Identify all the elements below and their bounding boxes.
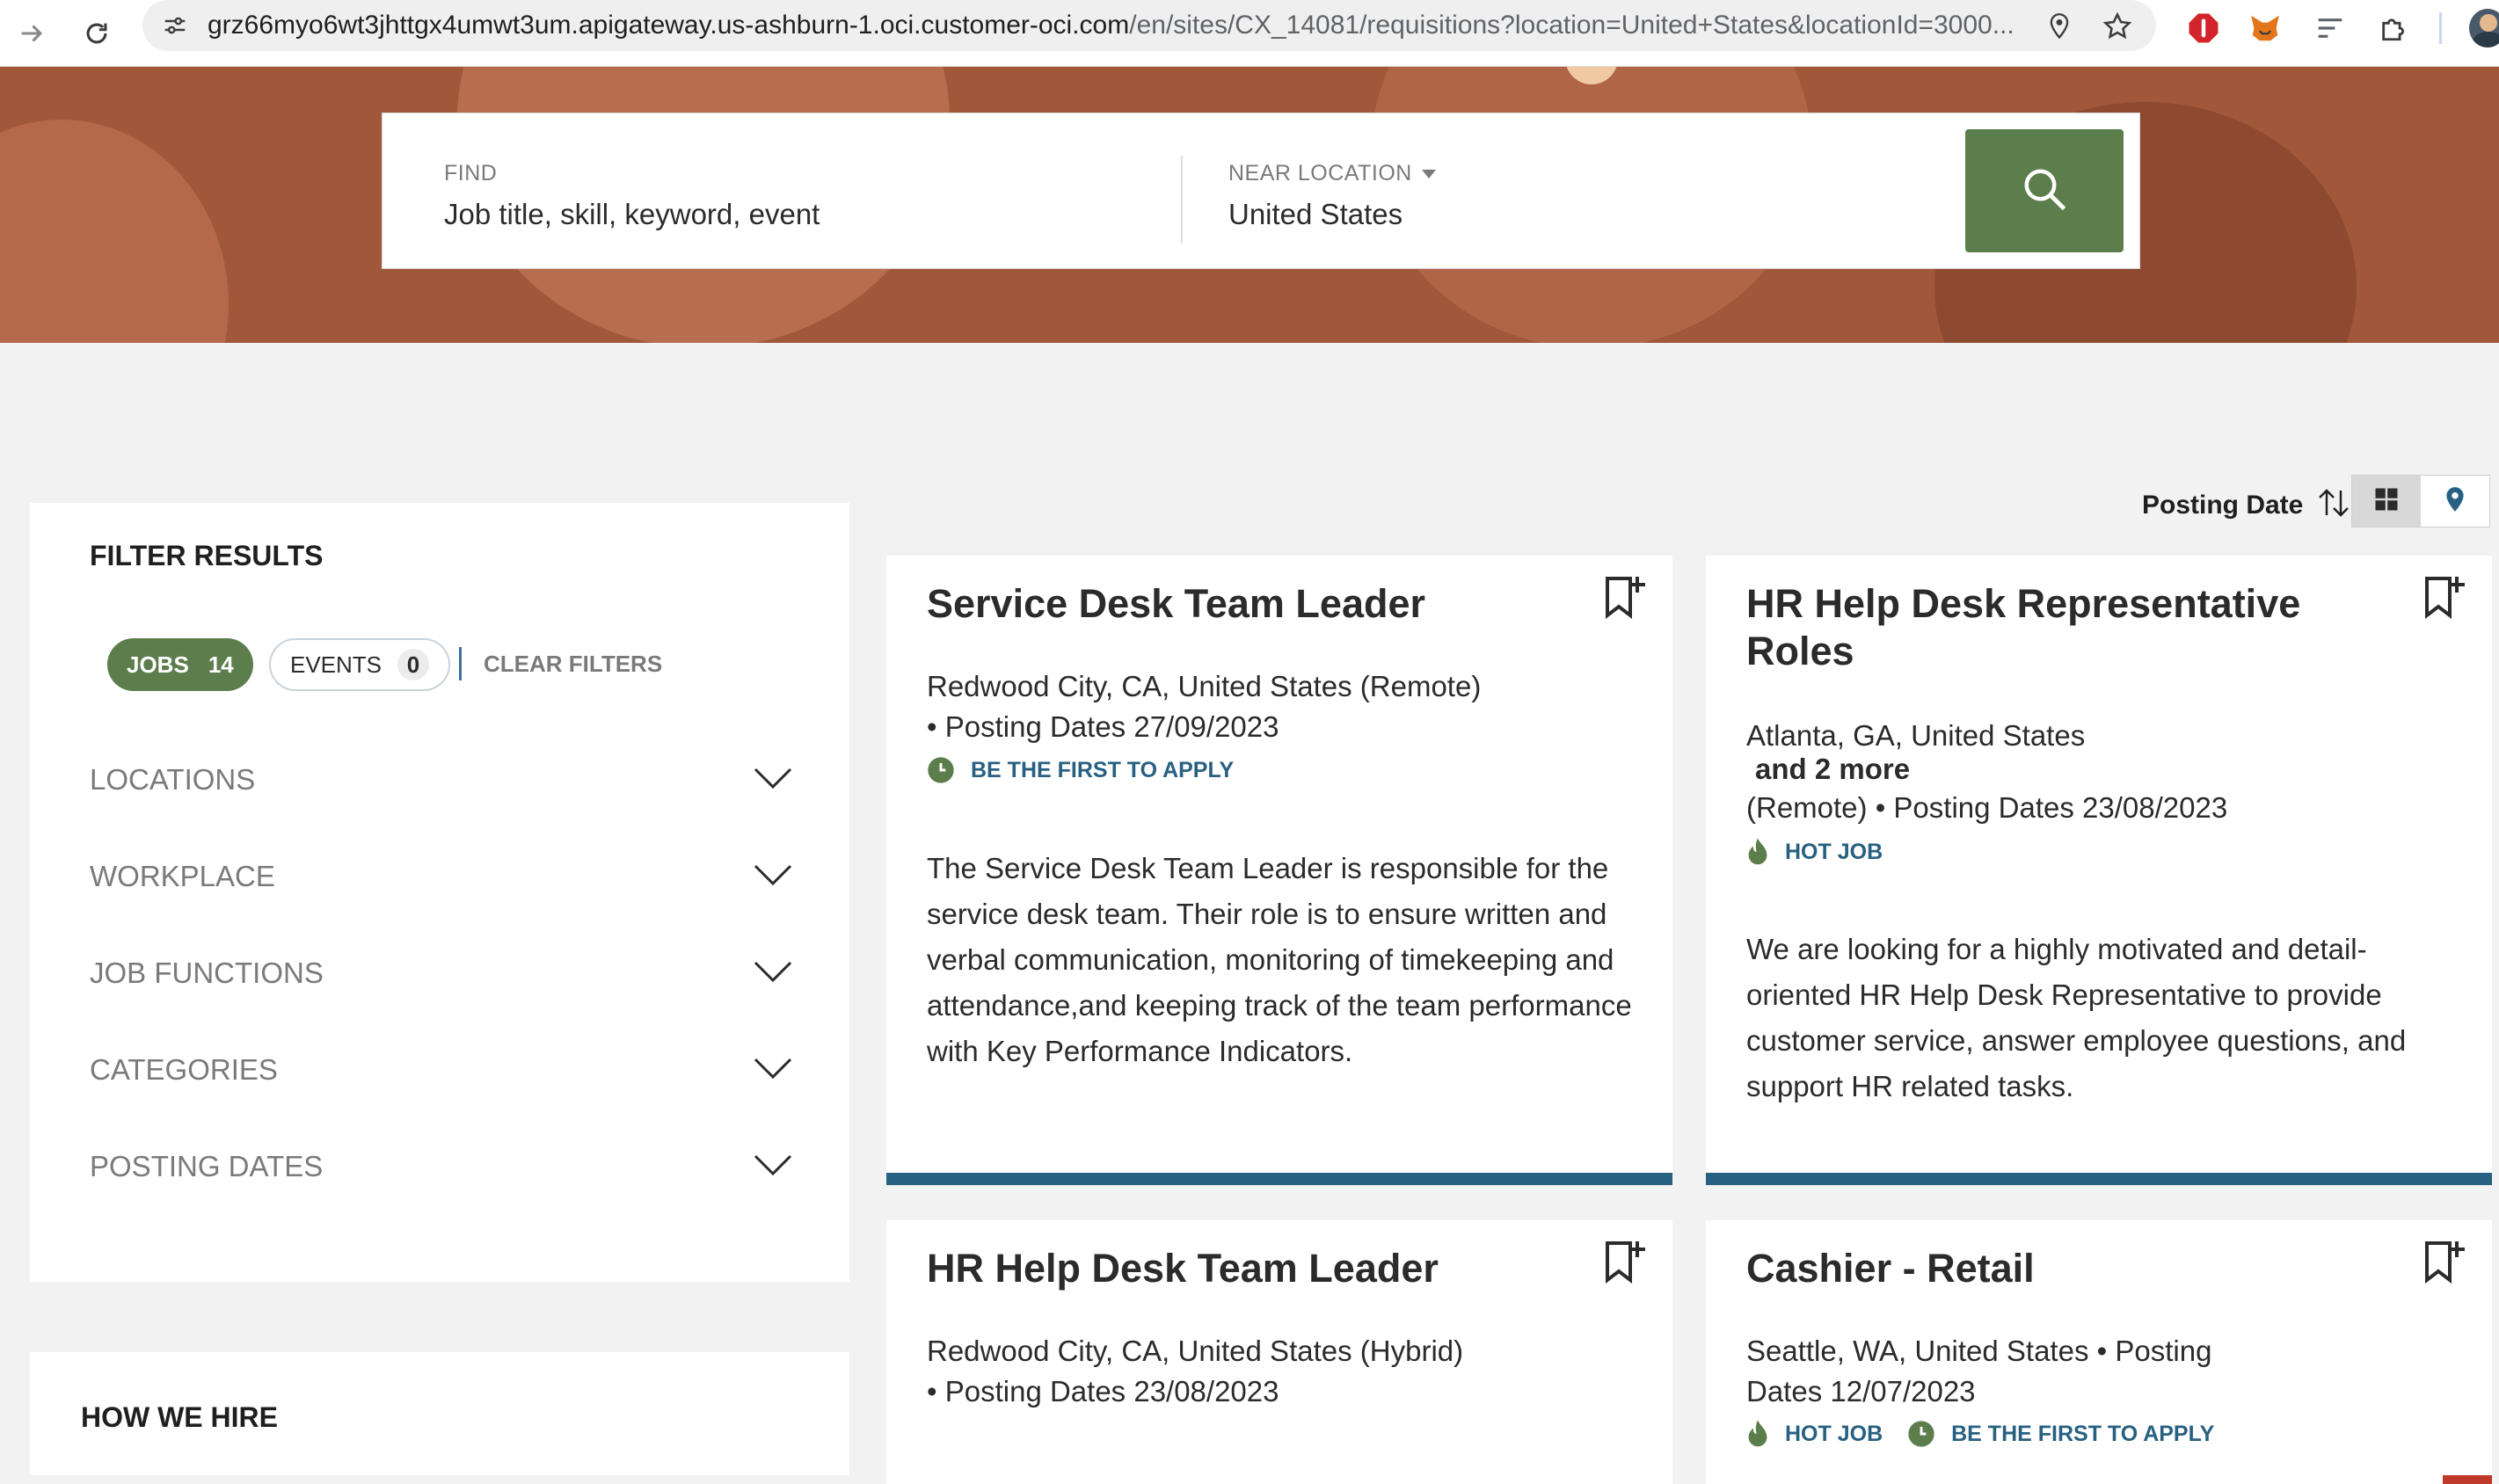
job-posting-date: • Posting Dates 27/09/2023	[927, 710, 1279, 743]
extensions-puzzle-icon[interactable]	[2372, 7, 2415, 49]
job-card[interactable]: HR Help Desk Representative Roles Atlant…	[1706, 556, 2492, 1185]
corner-accent	[2443, 1475, 2492, 1484]
filter-posting-dates[interactable]: POSTING DATES	[90, 1136, 793, 1197]
flame-icon	[1746, 837, 1769, 867]
reload-icon[interactable]	[72, 9, 121, 58]
url-host: grz66myo6wt3jhttgx4umwt3um.apigateway.us…	[208, 11, 1130, 40]
job-description: The Service Desk Team Leader is responsi…	[927, 852, 1632, 1067]
clock-icon	[927, 756, 955, 784]
near-location-dropdown[interactable]: NEAR LOCATION	[1228, 161, 1437, 186]
filter-job-functions[interactable]: JOB FUNCTIONS	[90, 942, 793, 1004]
filter-label: JOB FUNCTIONS	[90, 957, 324, 989]
site-settings-icon[interactable]	[157, 7, 193, 44]
hero-banner: FIND Job title, skill, keyword, event NE…	[0, 67, 2499, 343]
badge-label: BE THE FIRST TO APPLY	[971, 757, 1235, 782]
sort-by-posting-date[interactable]: Posting Date	[2142, 487, 2351, 526]
caret-down-icon	[1421, 169, 1437, 179]
badge-label: BE THE FIRST TO APPLY	[1951, 1421, 2215, 1446]
find-label: FIND	[444, 161, 498, 186]
sort-arrows-icon	[2316, 487, 2351, 526]
jobs-chip-label: JOBS	[127, 651, 189, 678]
job-title[interactable]: HR Help Desk Team Leader	[927, 1245, 1595, 1292]
grid-view-icon	[2373, 486, 2400, 517]
job-posting-date: Dates 12/07/2023	[1746, 1375, 1976, 1408]
toolbar-divider	[2439, 12, 2442, 44]
map-pin-icon	[2444, 485, 2466, 518]
job-title[interactable]: Cashier - Retail	[1746, 1245, 2415, 1292]
job-location: Seattle, WA, United States • Posting	[1746, 1335, 2212, 1367]
job-badges: HOT JOB BE THE FIRST TO APPLY	[1746, 1419, 2214, 1449]
keyword-search-input[interactable]: Job title, skill, keyword, event	[444, 198, 820, 231]
url-text: grz66myo6wt3jhttgx4umwt3um.apigateway.us…	[208, 11, 2028, 40]
chevron-down-icon	[753, 1153, 793, 1182]
card-accent-bar	[1706, 1173, 2492, 1185]
clock-icon	[1907, 1420, 1935, 1448]
filter-categories[interactable]: CATEGORIES	[90, 1039, 793, 1101]
chevron-down-icon	[753, 766, 793, 795]
events-tab-chip[interactable]: EVENTS 0	[269, 638, 451, 691]
filter-label: LOCATIONS	[90, 763, 256, 796]
profile-avatar[interactable]	[2462, 7, 2499, 49]
badge-label: HOT JOB	[1785, 839, 1883, 864]
search-button[interactable]	[1965, 129, 2124, 252]
job-card[interactable]: HR Help Desk Team Leader Redwood City, C…	[886, 1220, 1672, 1484]
adblock-extension-icon[interactable]	[2182, 7, 2225, 49]
location-pin-icon[interactable]	[2042, 9, 2077, 44]
location-input[interactable]: United States	[1228, 198, 1402, 231]
job-posting-date: (Remote) • Posting Dates 23/08/2023	[1746, 791, 2228, 824]
job-search-box: FIND Job title, skill, keyword, event NE…	[382, 113, 2140, 269]
chevron-down-icon	[753, 862, 793, 891]
filter-locations[interactable]: LOCATIONS	[90, 749, 793, 811]
filter-label: CATEGORIES	[90, 1053, 278, 1086]
filter-panel: FILTER RESULTS JOBS 14 EVENTS 0 CLEAR FI…	[30, 503, 849, 1282]
job-title[interactable]: HR Help Desk Representative Roles	[1746, 580, 2415, 675]
address-bar[interactable]: grz66myo6wt3jhttgx4umwt3um.apigateway.us…	[142, 0, 2156, 51]
map-view-button[interactable]	[2421, 476, 2489, 527]
near-location-label: NEAR LOCATION	[1228, 161, 1412, 186]
bookmark-star-icon[interactable]	[2098, 7, 2137, 46]
events-count: 0	[397, 649, 430, 680]
job-badge: HOT JOB	[1746, 837, 1883, 867]
hero-decoration	[0, 120, 229, 343]
search-icon	[2021, 165, 2068, 217]
reading-list-icon[interactable]	[2309, 7, 2351, 49]
filter-label: WORKPLACE	[90, 860, 275, 892]
card-accent-bar	[886, 1173, 1672, 1185]
filter-label: POSTING DATES	[90, 1150, 324, 1182]
job-title[interactable]: Service Desk Team Leader	[927, 580, 1595, 628]
save-job-bookmark-icon[interactable]	[1602, 573, 1651, 624]
flame-icon	[1746, 1419, 1769, 1449]
how-we-hire-title: HOW WE HIRE	[81, 1401, 278, 1433]
browser-toolbar: grz66myo6wt3jhttgx4umwt3um.apigateway.us…	[0, 0, 2499, 67]
save-job-bookmark-icon[interactable]	[1602, 1238, 1651, 1289]
job-posting-date: • Posting Dates 23/08/2023	[927, 1375, 1279, 1408]
save-job-bookmark-icon[interactable]	[2422, 1238, 2471, 1289]
view-toggle	[2351, 475, 2490, 527]
job-location: Redwood City, CA, United States (Hybrid)	[927, 1335, 1464, 1367]
clear-filters-link[interactable]: CLEAR FILTERS	[484, 651, 662, 678]
job-card[interactable]: Service Desk Team Leader Redwood City, C…	[886, 556, 1672, 1185]
filter-results-title: FILTER RESULTS	[90, 540, 324, 571]
search-divider	[1181, 156, 1183, 244]
chevron-down-icon	[753, 1056, 793, 1085]
chevron-down-icon	[753, 959, 793, 988]
job-location: Redwood City, CA, United States (Remote)	[927, 670, 1482, 702]
badge-label: HOT JOB	[1785, 1421, 1883, 1446]
how-we-hire-panel: HOW WE HIRE	[30, 1352, 849, 1475]
job-description: We are looking for a highly motivated an…	[1746, 933, 2407, 1102]
forward-icon[interactable]	[7, 9, 56, 58]
metamask-fox-icon[interactable]	[2244, 7, 2286, 49]
chip-separator	[459, 647, 462, 680]
job-badge: BE THE FIRST TO APPLY	[927, 756, 1234, 784]
jobs-tab-chip[interactable]: JOBS 14	[107, 638, 253, 691]
job-card[interactable]: Cashier - Retail Seattle, WA, United Sta…	[1706, 1220, 2492, 1484]
job-more-locations[interactable]: and 2 more	[1755, 749, 1910, 789]
grid-view-button[interactable]	[2352, 476, 2421, 527]
sort-label: Posting Date	[2142, 490, 2304, 520]
filter-workplace[interactable]: WORKPLACE	[90, 846, 793, 907]
save-job-bookmark-icon[interactable]	[2422, 573, 2471, 624]
jobs-count: 14	[208, 651, 234, 678]
events-chip-label: EVENTS	[290, 651, 382, 678]
url-path: /en/sites/CX_14081/requisitions?location…	[1129, 11, 2014, 40]
